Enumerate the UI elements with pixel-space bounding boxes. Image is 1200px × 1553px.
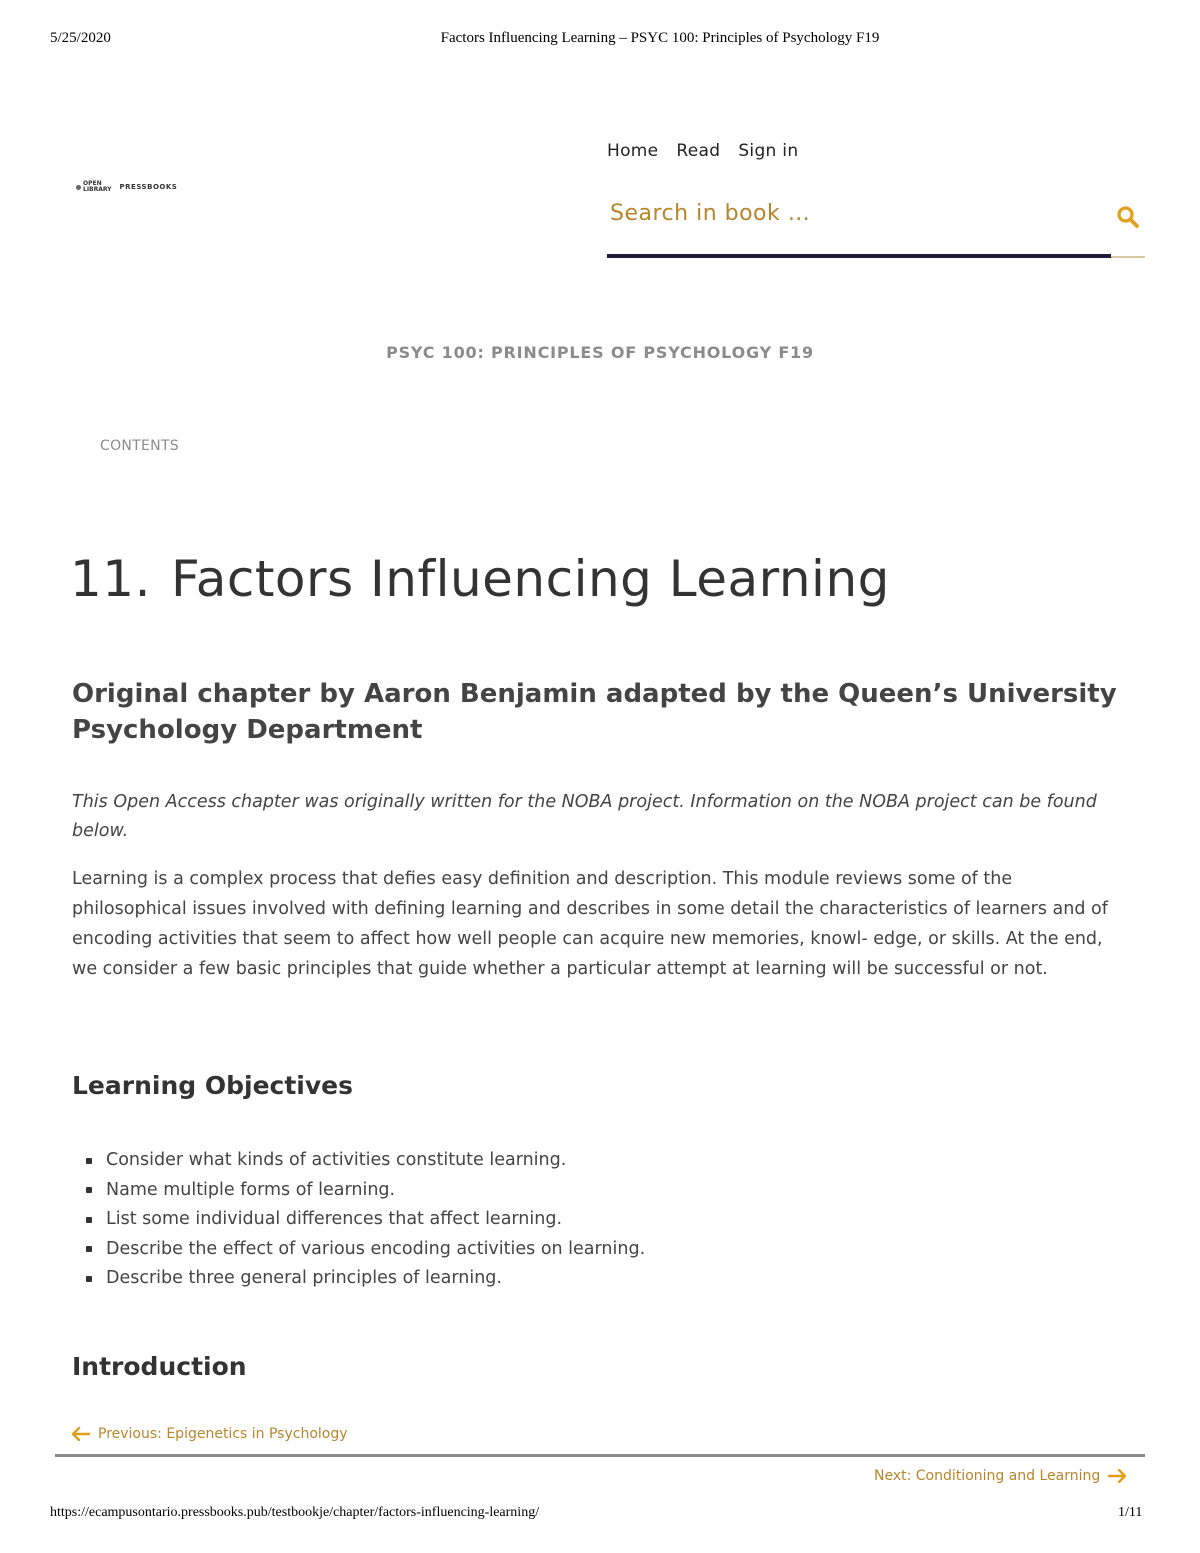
search-icon: [1117, 206, 1139, 228]
objective-text: Consider what kinds of activities consti…: [106, 1150, 567, 1170]
learning-objectives-heading: Learning Objectives: [72, 1071, 353, 1100]
nav-home[interactable]: Home: [607, 141, 658, 161]
next-chapter-label: Next: Conditioning and Learning: [874, 1468, 1101, 1484]
contents-toggle[interactable]: CONTENTS: [100, 438, 179, 454]
print-url: https://ecampusontario.pressbooks.pub/te…: [50, 1505, 540, 1520]
logo-dot-icon: [76, 184, 81, 190]
bullet-icon: [86, 1246, 92, 1253]
search-underline: [607, 254, 1111, 258]
chapter-title: 11. Factors Influencing Learning: [70, 550, 890, 608]
bullet-icon: [86, 1275, 92, 1282]
chapter-title-text: Factors Influencing Learning: [171, 550, 890, 608]
introduction-heading: Introduction: [72, 1352, 247, 1381]
next-chapter-link[interactable]: Next: Conditioning and Learning: [874, 1468, 1127, 1484]
learning-objectives-list: Consider what kinds of activities consti…: [86, 1146, 645, 1294]
arrow-right-icon: [1108, 1469, 1127, 1483]
objective-text: Describe three general principles of lea…: [106, 1268, 502, 1288]
pressbooks-logo: PRESSBOOKS: [119, 183, 178, 191]
bullet-icon: [86, 1157, 92, 1164]
logo-line2: Library: [83, 186, 112, 193]
top-navigation: Home Read Sign in: [607, 141, 798, 161]
chapter-subtitle: Original chapter by Aaron Benjamin adapt…: [72, 679, 1117, 745]
search-form: [607, 190, 1145, 260]
search-input[interactable]: [607, 190, 1113, 236]
search-button[interactable]: [1113, 202, 1143, 232]
objective-text: Name multiple forms of learning.: [106, 1179, 396, 1200]
search-underline-accent: [1111, 256, 1145, 258]
nav-sign-in[interactable]: Sign in: [738, 141, 798, 161]
objective-text: List some individual differences that af…: [106, 1209, 563, 1229]
objective-text: Describe the effect of various encoding …: [106, 1238, 646, 1259]
site-logo[interactable]: Open Library PRESSBOOKS: [76, 181, 177, 193]
book-title[interactable]: PSYC 100: PRINCIPLES OF PSYCHOLOGY F19: [0, 343, 1200, 362]
open-access-note: This Open Access chapter was originally …: [72, 792, 1097, 841]
print-page-number: 1/11: [1118, 1505, 1143, 1520]
previous-chapter-label: Previous: Epigenetics in Psychology: [98, 1426, 348, 1442]
open-library-logo: Open Library: [76, 181, 112, 193]
chapter-number: 11.: [70, 550, 152, 608]
chapter-abstract: Learning is a complex process that defie…: [72, 869, 1108, 979]
pagination-divider: [55, 1454, 1145, 1457]
nav-read[interactable]: Read: [676, 141, 720, 161]
list-item: Consider what kinds of activities consti…: [86, 1146, 645, 1176]
previous-chapter-link[interactable]: Previous: Epigenetics in Psychology: [72, 1426, 348, 1442]
bullet-icon: [86, 1187, 92, 1194]
print-page-title: Factors Influencing Learning – PSYC 100:…: [440, 30, 880, 46]
arrow-left-icon: [72, 1427, 90, 1441]
bullet-icon: [86, 1216, 92, 1223]
list-item: List some individual differences that af…: [86, 1205, 645, 1235]
list-item: Describe three general principles of lea…: [86, 1264, 645, 1294]
list-item: Name multiple forms of learning.: [86, 1176, 645, 1206]
list-item: Describe the effect of various encoding …: [86, 1235, 645, 1265]
